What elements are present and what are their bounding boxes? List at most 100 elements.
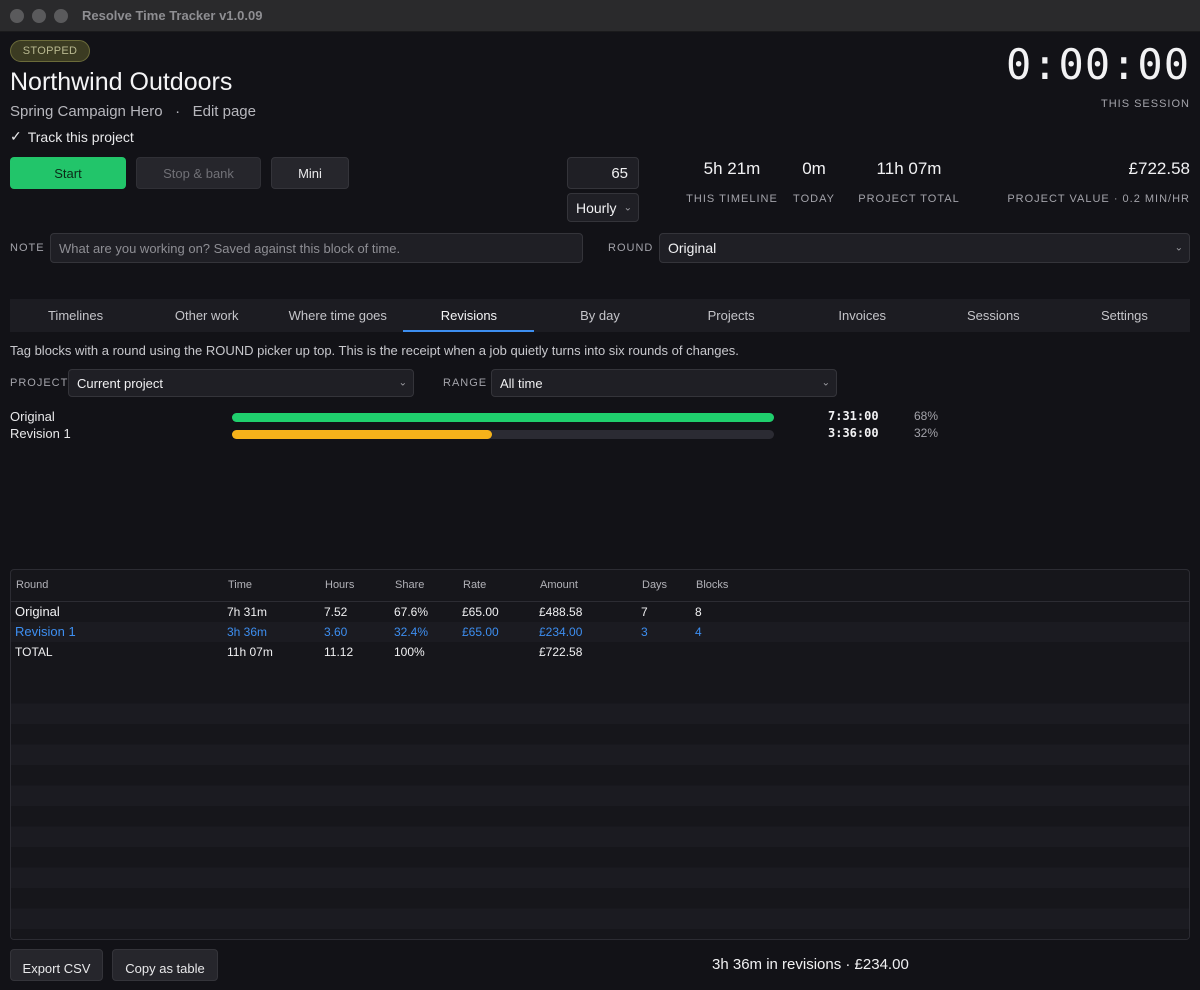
project-filter-value: Current project xyxy=(77,376,163,391)
round-bar-track xyxy=(232,413,774,422)
table-cell: 3h 36m xyxy=(223,621,320,642)
round-bar-row: Original 7:31:00 68% xyxy=(10,409,950,426)
zoom-window-button[interactable] xyxy=(54,9,68,23)
table-cell xyxy=(637,642,691,663)
range-filter-label: RANGE xyxy=(443,377,488,389)
track-project-checkbox[interactable]: ✓ Track this project xyxy=(10,128,134,145)
range-filter-select[interactable]: All time ⌄ xyxy=(491,369,837,397)
column-header-share[interactable]: Share xyxy=(390,570,458,602)
round-bar-track xyxy=(232,430,774,439)
title-bar: Resolve Time Tracker v1.0.09 xyxy=(0,0,1200,32)
column-header-rate[interactable]: Rate xyxy=(458,570,535,602)
note-input[interactable]: What are you working on? Saved against t… xyxy=(50,233,583,263)
table-row[interactable]: Revision 1 3h 36m 3.60 32.4% £65.00 £234… xyxy=(11,621,1189,642)
table-cell: 7h 31m xyxy=(227,604,268,619)
stat-project-value: £722.58 PROJECT VALUE · 0.2 MIN/HR xyxy=(950,159,1190,205)
column-header-time[interactable]: Time xyxy=(223,570,320,602)
rate-unit-value: Hourly xyxy=(576,200,617,216)
column-header-hours[interactable]: Hours xyxy=(320,570,390,602)
edit-page-label: Edit page xyxy=(192,103,256,120)
app-window: STOPPED Northwind Outdoors Spring Campai… xyxy=(0,32,1200,990)
subtitle-separator: · xyxy=(175,103,181,120)
round-bar-name: Original xyxy=(10,409,55,424)
chevron-down-icon: ⌄ xyxy=(821,377,830,389)
table-cell: Original xyxy=(15,604,60,619)
project-subtitle: Spring Campaign Hero · Edit page xyxy=(10,103,256,120)
tab-settings[interactable]: Settings xyxy=(1059,299,1190,332)
revisions-table: Round Time Hours Share Rate Amount Days … xyxy=(10,569,1190,940)
table-cell xyxy=(691,642,1189,663)
table-cell: TOTAL xyxy=(15,645,53,660)
checkmark-icon: ✓ xyxy=(10,128,22,144)
rate-unit-select[interactable]: Hourly ⌄ xyxy=(567,193,639,222)
window-title: Resolve Time Tracker v1.0.09 xyxy=(82,8,263,23)
table-cell: £488.58 xyxy=(539,604,583,619)
round-select[interactable]: Original ⌄ xyxy=(659,233,1190,263)
table-cell: £234.00 xyxy=(535,621,637,642)
copy-as-table-button[interactable]: Copy as table xyxy=(112,949,218,981)
session-timer: 0:00:00 xyxy=(1005,40,1190,89)
tab-revisions[interactable]: Revisions xyxy=(403,299,535,332)
stop-and-bank-button[interactable]: Stop & bank xyxy=(136,157,261,189)
minimize-window-button[interactable] xyxy=(32,9,46,23)
table-header-row: Round Time Hours Share Rate Amount Days … xyxy=(11,570,1189,602)
table-cell: 11.12 xyxy=(324,645,354,660)
chevron-down-icon: ⌄ xyxy=(1174,242,1183,254)
tab-bar: Timelines Other work Where time goes Rev… xyxy=(10,299,1190,332)
project-filter-select[interactable]: Current project ⌄ xyxy=(68,369,414,397)
table-cell: £65.00 xyxy=(458,621,535,642)
stat-today: 0m TODAY xyxy=(776,159,852,205)
table-cell: 100% xyxy=(394,645,425,660)
table-empty-stripes xyxy=(11,683,1189,939)
round-value: Original xyxy=(668,240,717,256)
table-cell: 7 xyxy=(641,604,648,619)
stat-value: 0m xyxy=(802,159,826,178)
round-bar-fill xyxy=(232,430,492,439)
project-filter-label: PROJECT xyxy=(10,377,69,389)
tab-other-work[interactable]: Other work xyxy=(141,299,272,332)
chevron-down-icon: ⌄ xyxy=(623,202,632,213)
table-cell: £722.58 xyxy=(539,645,583,660)
column-header-blocks[interactable]: Blocks xyxy=(691,570,1189,602)
tab-where-time-goes[interactable]: Where time goes xyxy=(272,299,403,332)
stat-value: 5h 21m xyxy=(703,159,761,178)
table-cell: 67.6% xyxy=(394,604,429,619)
round-bar-duration: 7:31:00 xyxy=(828,409,879,423)
table-cell: 32.4% xyxy=(390,621,458,642)
tab-timelines[interactable]: Timelines xyxy=(10,299,141,332)
stat-this-timeline: 5h 21m THIS TIMELINE xyxy=(672,159,792,205)
table-row[interactable]: Original 7h 31m 7.52 67.6% £65.00 £488.5… xyxy=(11,601,1189,622)
table-cell: 7.52 xyxy=(324,604,348,619)
column-header-round[interactable]: Round xyxy=(11,570,223,602)
round-bar-row: Revision 1 3:36:00 32% xyxy=(10,426,950,443)
rate-input[interactable]: 65 xyxy=(567,157,639,189)
tab-invoices[interactable]: Invoices xyxy=(797,299,928,332)
range-filter-value: All time xyxy=(500,376,543,391)
timeline-name: Spring Campaign Hero xyxy=(10,103,163,120)
tab-by-day[interactable]: By day xyxy=(534,299,665,332)
export-csv-button[interactable]: Export CSV xyxy=(10,949,103,981)
column-header-days[interactable]: Days xyxy=(637,570,691,602)
start-button[interactable]: Start xyxy=(10,157,126,189)
table-cell: Revision 1 xyxy=(11,621,223,642)
round-bar-percent: 68% xyxy=(914,409,939,423)
stat-label: THIS TIMELINE xyxy=(686,193,778,205)
close-window-button[interactable] xyxy=(10,9,24,23)
stat-label: PROJECT VALUE · 0.2 MIN/HR xyxy=(1007,193,1190,205)
round-bar-fill xyxy=(232,413,774,422)
revisions-summary: 3h 36m in revisions · £234.00 xyxy=(712,956,909,973)
tab-sessions[interactable]: Sessions xyxy=(928,299,1059,332)
table-cell: 3 xyxy=(637,621,691,642)
note-label: NOTE xyxy=(10,242,45,254)
column-header-amount[interactable]: Amount xyxy=(535,570,637,602)
table-cell: £65.00 xyxy=(462,604,499,619)
table-cell: 4 xyxy=(691,621,1189,642)
project-title: Northwind Outdoors xyxy=(10,68,233,96)
tab-projects[interactable]: Projects xyxy=(666,299,797,332)
table-total-row[interactable]: TOTAL 11h 07m 11.12 100% £722.58 xyxy=(11,642,1189,663)
stat-label: TODAY xyxy=(793,193,835,205)
revisions-help-text: Tag blocks with a round using the ROUND … xyxy=(10,343,739,358)
mini-button[interactable]: Mini xyxy=(271,157,349,189)
round-bar-duration: 3:36:00 xyxy=(828,426,879,440)
track-project-label: Track this project xyxy=(27,128,134,145)
